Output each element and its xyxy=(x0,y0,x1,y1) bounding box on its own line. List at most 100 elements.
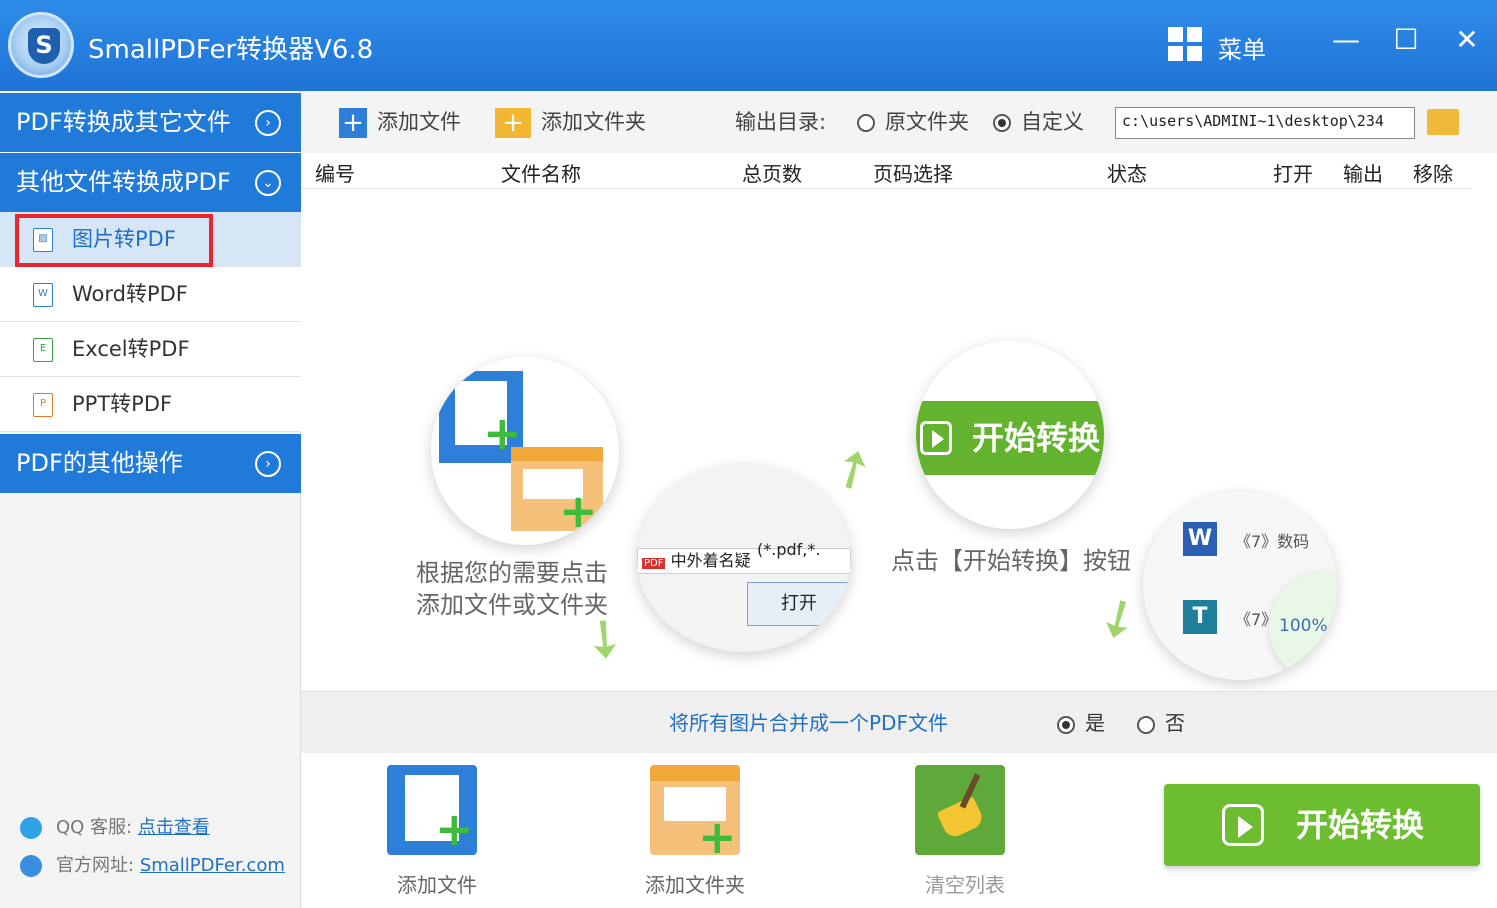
col-status: 状态 xyxy=(1107,162,1147,186)
step1-line1: 根据您的需要点击 xyxy=(416,559,608,587)
col-remove: 移除 xyxy=(1413,162,1453,186)
radio-custom-folder[interactable]: 自定义 xyxy=(993,103,1084,141)
merge-label: 将所有图片合并成一个PDF文件 xyxy=(669,711,948,735)
bottom-add-folder-button[interactable]: + 添加文件夹 xyxy=(645,765,745,898)
sidebar-item-label: PPT转PDF xyxy=(72,392,173,416)
merge-no-radio[interactable]: 否 xyxy=(1137,692,1185,754)
qq-link[interactable]: 点击查看 xyxy=(138,817,210,838)
bottom-action-bar: + 添加文件 + 添加文件夹 清空列表 开始转换 xyxy=(301,753,1497,908)
bottom-add-file-button[interactable]: + 添加文件 xyxy=(387,765,477,898)
start-convert-button[interactable]: 开始转换 xyxy=(1164,784,1480,866)
ppt-file-icon: P xyxy=(33,393,53,417)
chevron-down-icon: ⌄ xyxy=(255,170,281,196)
add-file-icon: + xyxy=(339,108,367,138)
empty-list-guide: + + 根据您的需要点击 添加文件或文件夹 ➘ PDF 中外着名疑 (*.pdf… xyxy=(301,189,1497,691)
section-pdf-to-other[interactable]: PDF转换成其它文件 › xyxy=(0,93,301,152)
file-table-header: 编号 文件名称 总页数 页码选择 状态 打开 输出 移除 xyxy=(301,153,1471,189)
menu-button[interactable]: 菜单 xyxy=(1218,30,1266,65)
qq-contact: QQ 客服: 点击查看 xyxy=(20,813,210,839)
step3-start-button: 开始转换 xyxy=(916,401,1104,475)
maximize-button[interactable]: ☐ xyxy=(1386,22,1426,62)
excel-file-icon: E xyxy=(33,338,53,362)
word-icon: W xyxy=(1183,522,1217,556)
sidebar-item-label: Word转PDF xyxy=(72,282,188,306)
col-index: 编号 xyxy=(315,162,355,186)
radio-label: 原文件夹 xyxy=(885,110,969,134)
bottom-add-file-label: 添加文件 xyxy=(397,873,477,897)
close-button[interactable]: ✕ xyxy=(1447,22,1487,62)
step2-open-button: 打开 xyxy=(747,582,851,626)
clear-list-label: 清空列表 xyxy=(925,873,1005,897)
step1-line2: 添加文件或文件夹 xyxy=(416,591,608,619)
app-logo-icon: S xyxy=(8,12,74,78)
step4-row1: 《7》数码 xyxy=(1235,532,1310,551)
add-folder-icon: + xyxy=(495,108,531,138)
add-file-icon: + xyxy=(387,765,477,855)
step4-bubble: W 《7》数码 T 《7》 100% 完成 xyxy=(1143,492,1337,680)
qq-icon xyxy=(20,817,42,839)
chevron-right-icon: › xyxy=(255,110,281,136)
website-contact: 官方网址: SmallPDFer.com xyxy=(20,851,285,877)
chevron-right-icon: › xyxy=(255,451,281,477)
clear-list-button[interactable]: 清空列表 xyxy=(915,765,1005,898)
step1-caption: 根据您的需要点击 添加文件或文件夹 xyxy=(416,557,608,621)
section-label: 其他文件转换成PDF xyxy=(16,168,231,196)
pdf-file-icon: PDF xyxy=(642,558,666,569)
merge-yes-label: 是 xyxy=(1085,711,1105,735)
sidebar-item-excel-to-pdf[interactable]: E Excel转PDF xyxy=(0,322,301,377)
toolbar: + 添加文件 + 添加文件夹 输出目录: 原文件夹 自定义 c:\users\ADM… xyxy=(301,91,1497,153)
radio-icon xyxy=(857,114,875,132)
radio-selected-icon xyxy=(993,114,1011,132)
add-folder-label: 添加文件夹 xyxy=(541,110,646,134)
play-icon xyxy=(1222,804,1264,846)
text-file-icon: T xyxy=(1183,600,1217,634)
sidebar-item-ppt-to-pdf[interactable]: P PPT转PDF xyxy=(0,377,301,432)
radio-original-folder[interactable]: 原文件夹 xyxy=(857,103,969,141)
radio-selected-icon xyxy=(1057,715,1075,734)
step3-start-label: 开始转换 xyxy=(972,419,1101,457)
col-filename: 文件名称 xyxy=(501,162,581,186)
add-folder-button[interactable]: + 添加文件夹 xyxy=(495,103,646,141)
col-pages: 总页数 xyxy=(742,162,802,186)
highlight-annotation xyxy=(15,214,213,267)
menu-grid-icon[interactable] xyxy=(1168,27,1202,61)
col-output: 输出 xyxy=(1343,162,1383,186)
app-title: SmallPDFer转换器V6.8 xyxy=(88,35,374,65)
browser-icon xyxy=(20,855,42,877)
sidebar-item-label: Excel转PDF xyxy=(72,337,190,361)
section-pdf-other-ops[interactable]: PDF的其他操作 › xyxy=(0,434,301,493)
website-label: 官方网址: xyxy=(56,855,135,876)
play-icon xyxy=(920,421,952,455)
arrow-up-icon: ➚ xyxy=(818,432,887,506)
step3-caption: 点击【开始转换】按钮 xyxy=(891,547,1131,575)
word-file-icon: W xyxy=(33,283,53,307)
step2-filename: 中外着名疑 xyxy=(670,551,751,570)
col-open: 打开 xyxy=(1273,162,1313,186)
section-label: PDF的其他操作 xyxy=(16,449,183,477)
output-path-input[interactable]: c:\users\ADMINI~1\desktop\234 xyxy=(1115,107,1415,139)
browse-folder-icon[interactable] xyxy=(1427,109,1459,135)
minimize-button[interactable]: — xyxy=(1326,22,1366,62)
bottom-add-folder-label: 添加文件夹 xyxy=(645,873,745,897)
qq-label: QQ 客服: xyxy=(56,817,133,838)
start-convert-label: 开始转换 xyxy=(1296,806,1425,844)
step2-ext: (*.pdf,*. xyxy=(757,540,821,559)
radio-icon xyxy=(1137,715,1155,734)
progress-value: 100% xyxy=(1279,616,1328,636)
shield-logo: S xyxy=(28,28,60,64)
step2-bubble: PDF 中外着名疑 (*.pdf,*. 打开 xyxy=(637,464,851,652)
broom-icon xyxy=(915,765,1005,855)
section-other-to-pdf[interactable]: 其他文件转换成PDF ⌄ xyxy=(0,153,301,212)
add-file-button[interactable]: + 添加文件 xyxy=(339,103,461,141)
website-link[interactable]: SmallPDFer.com xyxy=(140,855,285,876)
radio-label: 自定义 xyxy=(1021,110,1084,134)
section-label: PDF转换成其它文件 xyxy=(16,108,231,136)
add-file-label: 添加文件 xyxy=(377,110,461,134)
title-bar: S SmallPDFer转换器V6.8 菜单 — ☐ ✕ xyxy=(0,0,1497,91)
merge-option-bar: 将所有图片合并成一个PDF文件 是 否 xyxy=(301,691,1497,753)
progress-bubble: 100% 完成 xyxy=(1269,572,1337,680)
col-page-select: 页码选择 xyxy=(873,162,953,186)
sidebar-item-word-to-pdf[interactable]: W Word转PDF xyxy=(0,267,301,322)
merge-yes-radio[interactable]: 是 xyxy=(1057,692,1105,754)
merge-no-label: 否 xyxy=(1165,711,1185,735)
